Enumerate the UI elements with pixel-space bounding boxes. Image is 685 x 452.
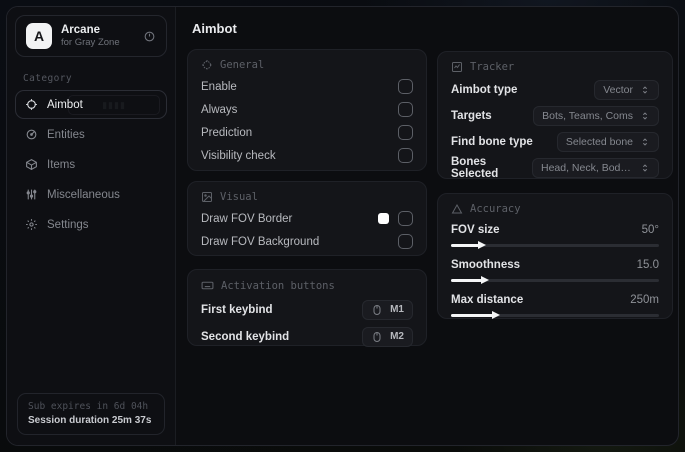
section-title: General [220, 59, 265, 71]
sidebar-item-entities[interactable]: Entities [15, 120, 167, 149]
subscription-info: Sub expires in 6d 04h Session duration 2… [17, 393, 165, 435]
power-icon[interactable] [143, 30, 156, 43]
category-label: Category [23, 73, 72, 84]
triangle-icon [451, 203, 463, 215]
gear-icon [25, 218, 38, 231]
image-icon [201, 191, 213, 203]
crosshair-icon [25, 98, 38, 111]
brand-card: A Arcane for Gray Zone [15, 15, 167, 57]
activation-card: Activation buttons First keybind M1 Seco… [187, 269, 427, 347]
section-title: Activation buttons [221, 279, 335, 292]
sidebar-item-label: Items [47, 158, 76, 171]
setting-row: Draw FOV Background [201, 230, 413, 253]
draw-fov-background-checkbox[interactable] [398, 234, 413, 249]
fov-border-color-swatch[interactable] [378, 213, 389, 224]
setting-row: Aimbot type Vector [451, 77, 659, 103]
setting-row: Always [201, 98, 413, 121]
crosshair-icon [201, 59, 213, 71]
general-card: General Enable Always Prediction Visibil… [187, 49, 427, 171]
mouse-icon [371, 304, 383, 316]
package-icon [25, 158, 38, 171]
setting-row: Prediction [201, 121, 413, 144]
setting-row: Find bone type Selected bone [451, 129, 659, 155]
sidebar-nav: Aimbot ▮▮▮▮ Entities Items Miscellaneous… [7, 90, 175, 239]
fov-size-value: 50° [641, 223, 659, 236]
bones-selected-dropdown[interactable]: Head, Neck, Body, Pe.. [532, 158, 659, 178]
keyboard-icon [201, 279, 214, 292]
sub-expiry-text: Sub expires in 6d 04h [28, 401, 149, 412]
mouse-icon [371, 331, 383, 343]
tracker-card: Tracker Aimbot type Vector Targets Bots,… [437, 51, 673, 181]
max-distance-value: 250m [630, 293, 659, 306]
sidebar: A Arcane for Gray Zone Category Aimbot ▮… [7, 7, 176, 445]
prediction-checkbox[interactable] [398, 125, 413, 140]
page-title: Aimbot [192, 21, 237, 36]
section-title: Visual [220, 191, 258, 203]
ghost-watermark: ▮▮▮▮ [68, 95, 160, 115]
sliders-icon [25, 188, 38, 201]
draw-fov-border-checkbox[interactable] [398, 211, 413, 226]
select-expand-icon [640, 85, 650, 95]
max-distance-slider[interactable] [451, 311, 659, 320]
setting-row: Targets Bots, Teams, Coms [451, 103, 659, 129]
setting-row: Draw FOV Border [201, 207, 413, 230]
section-title: Accuracy [470, 203, 521, 215]
setting-row: Bones Selected Head, Neck, Body, Pe.. [451, 155, 659, 181]
app-name: Arcane [61, 23, 100, 36]
smoothness-slider[interactable] [451, 276, 659, 285]
find-bone-type-dropdown[interactable]: Selected bone [556, 132, 659, 152]
sidebar-item-label: Miscellaneous [47, 188, 120, 201]
main-panel: Aimbot General Enable Always Prediction … [176, 7, 678, 445]
sidebar-item-items[interactable]: Items [15, 150, 167, 179]
visual-card: Visual Draw FOV Border Draw FOV Backgrou… [187, 181, 427, 256]
first-keybind-button[interactable]: M1 [362, 299, 413, 320]
setting-row: Second keybind M2 [201, 323, 413, 350]
accuracy-card: Accuracy FOV size 50° Smoothness 15.0 Ma… [437, 193, 673, 319]
entities-radar-icon [25, 128, 38, 141]
setting-row: FOV size 50° [451, 219, 659, 250]
app-window: A Arcane for Gray Zone Category Aimbot ▮… [6, 6, 679, 446]
sidebar-item-aimbot[interactable]: Aimbot ▮▮▮▮ [15, 90, 167, 119]
section-title: Tracker [470, 61, 515, 73]
targets-dropdown[interactable]: Bots, Teams, Coms [533, 106, 659, 126]
setting-row: Smoothness 15.0 [451, 254, 659, 285]
session-duration-text: Session duration 25m 37s [28, 415, 152, 426]
app-logo: A [26, 23, 52, 49]
select-expand-icon [640, 163, 650, 173]
sidebar-item-settings[interactable]: Settings [15, 210, 167, 239]
select-expand-icon [640, 111, 650, 121]
select-expand-icon [640, 137, 650, 147]
setting-row: Max distance 250m [451, 289, 659, 320]
always-checkbox[interactable] [398, 102, 413, 117]
sidebar-item-label: Settings [47, 218, 89, 231]
visibility-check-checkbox[interactable] [398, 148, 413, 163]
scan-icon [451, 61, 463, 73]
fov-size-slider[interactable] [451, 241, 659, 250]
app-subtitle: for Gray Zone [61, 37, 120, 49]
sidebar-item-miscellaneous[interactable]: Miscellaneous [15, 180, 167, 209]
setting-row: Enable [201, 75, 413, 98]
setting-row: Visibility check [201, 144, 413, 167]
smoothness-value: 15.0 [636, 258, 659, 271]
setting-row: First keybind M1 [201, 296, 413, 323]
second-keybind-button[interactable]: M2 [362, 326, 413, 347]
enable-checkbox[interactable] [398, 79, 413, 94]
sidebar-item-label: Entities [47, 128, 85, 141]
aimbot-type-dropdown[interactable]: Vector [594, 80, 659, 100]
